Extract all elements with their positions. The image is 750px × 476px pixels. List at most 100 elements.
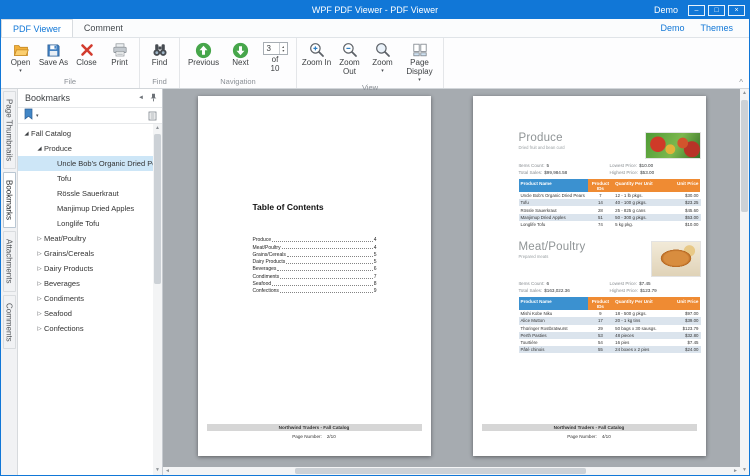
product-name-cell: Perth Pasties [519,332,588,339]
bookmark-tree-item[interactable]: Rössle Sauerkraut [18,186,153,201]
scroll-thumb[interactable] [154,134,161,284]
pin-panel-icon[interactable] [149,93,158,104]
collapse-ribbon-icon[interactable]: ^ [739,78,743,87]
product-name-cell: Tourtière [519,339,588,346]
spinner-arrows-icon[interactable]: ▴▾ [279,43,287,54]
bookmark-tree-item[interactable]: Produce [18,141,153,156]
scroll-down-icon[interactable]: ▼ [740,466,749,475]
side-tab[interactable]: Attachments [3,231,16,291]
lowest-price-label: Lowest Price: [610,163,638,168]
bookmark-tree-item[interactable]: Condiments [18,291,153,306]
tree-expand-icon[interactable] [35,251,44,257]
tree-expand-icon[interactable] [22,131,31,137]
zoom-button[interactable]: Zoom ▾ [366,40,399,74]
binoculars-icon [152,41,168,59]
bookmark-tree-item[interactable]: Seafood [18,306,153,321]
toc-entry[interactable]: Beverages 6 [253,265,377,272]
scroll-thumb[interactable] [295,468,586,474]
bookmark-tree-item[interactable]: Meat/Poultry [18,231,153,246]
next-page-button[interactable]: Next [224,40,257,68]
bookmark-tree-item[interactable]: Manjimup Dried Apples [18,201,153,216]
side-tab[interactable]: Page Thumbnails [3,91,16,169]
scroll-down-icon[interactable]: ▼ [153,466,162,475]
table-row: Uncle Bob's Organic Dried Pears 7 12 - 1… [519,192,701,199]
toc-entry-label: Grains/Cereals [253,252,286,258]
zoom-in-button[interactable]: Zoom In [300,40,333,68]
bookmark-label: Condiments [44,294,84,303]
main-vertical-scrollbar[interactable]: ▲ ▼ [740,89,749,475]
highest-price-value: $123.79 [640,288,657,293]
themes-link[interactable]: Themes [700,23,733,33]
scroll-up-icon[interactable]: ▲ [153,124,162,133]
unit-price-cell: $97.00 [670,310,701,317]
items-count-value: 5 [547,163,550,168]
toc-entry[interactable]: Seafood 8 [253,280,377,287]
toc-entry[interactable]: Condiments 7 [253,272,377,279]
close-window-button[interactable]: × [728,5,745,16]
bookmark-tree-item[interactable]: Fall Catalog [18,126,153,141]
table-row: Perth Pasties 53 48 pieces $32.80 [519,332,701,339]
tree-expand-icon[interactable] [35,326,44,332]
meat-section: Meat/Poultry Prepared meats Items Count:… [519,241,701,353]
pages-container: Table of Contents Produce 4 Meat/Poultry [163,89,740,467]
footer-title: Northwind Traders - Fall Catalog [482,424,697,431]
page-number-input[interactable]: 3 [264,43,279,54]
bookmark-tree-item[interactable]: Dairy Products [18,261,153,276]
zoom-out-button[interactable]: Zoom Out [333,40,366,77]
document-area: Table of Contents Produce 4 Meat/Poultry [163,89,740,475]
side-tab[interactable]: Bookmarks [3,172,16,228]
demo-link[interactable]: Demo [660,23,684,33]
save-as-button[interactable]: Save As [37,40,70,68]
bookmark-tree-item[interactable]: Uncle Bob's Organic Dried Pears [18,156,153,171]
quantity-cell: 50 bags x 30 sausgs. [613,325,669,332]
tree-expand-icon[interactable] [35,296,44,302]
tree-expand-icon[interactable] [35,281,44,287]
dropdown-caret-icon[interactable]: ▾ [36,114,39,119]
toc-entry[interactable]: Meat/Poultry 4 [253,243,377,250]
product-id-cell: 55 [588,346,613,353]
tree-expand-icon[interactable] [35,146,44,152]
bookmark-tree-item[interactable]: Confections [18,321,153,336]
page-display-button[interactable]: Page Display ▾ [399,40,440,83]
scroll-left-icon[interactable]: ◄ [163,467,172,476]
tree-expand-icon[interactable] [35,266,44,272]
maximize-button[interactable]: □ [708,5,725,16]
find-button[interactable]: Find [143,40,176,68]
dropdown-caret-icon: ▾ [19,69,22,74]
side-tab[interactable]: Comments [3,295,16,350]
toc-entry[interactable]: Produce 4 [253,236,377,243]
previous-page-button[interactable]: Previous [183,40,224,68]
bookmark-tree-item[interactable]: Grains/Cereals [18,246,153,261]
tab-comment[interactable]: Comment [73,19,134,37]
tab-pdf-viewer[interactable]: PDF Viewer [1,19,73,37]
toc-entry[interactable]: Grains/Cereals 5 [253,251,377,258]
bookmarks-panel-title: Bookmarks [25,93,70,103]
toc-entry[interactable]: Dairy Products 5 [253,258,377,265]
collapse-panel-icon[interactable]: ◄ [138,95,144,101]
pdf-page-4[interactable]: Produce Dried fruit and bean curd Items … [473,96,706,456]
bookmark-tree-item[interactable]: Tofu [18,171,153,186]
tree-expand-icon[interactable] [35,236,44,242]
page-number-spinner[interactable]: 3 ▴▾ [263,42,288,55]
tree-expand-icon[interactable] [35,311,44,317]
open-button[interactable]: Open ▾ [4,40,37,74]
panel-scrollbar[interactable]: ▲ ▼ [153,124,162,475]
bookmark-menu-icon[interactable] [23,107,34,125]
bookmark-tree-item[interactable]: Longlife Tofu [18,216,153,231]
print-button[interactable]: Print [103,40,136,68]
close-document-button[interactable]: Close [70,40,103,68]
scroll-up-icon[interactable]: ▲ [740,89,749,98]
ribbon: Open ▾ Save As Close Print File [1,38,749,89]
toc-entry-page: 7 [374,274,377,280]
toc-leader [272,241,373,242]
minimize-button[interactable]: – [688,5,705,16]
bookmark-options-icon[interactable] [148,111,157,121]
pdf-page-2[interactable]: Table of Contents Produce 4 Meat/Poultry [198,96,431,456]
scroll-thumb[interactable] [741,100,748,212]
toc-entry[interactable]: Confections 9 [253,287,377,294]
highest-price-value: $53.00 [640,170,654,175]
scroll-right-icon[interactable]: ► [731,467,740,476]
toc-leader [272,285,373,286]
bookmark-tree-item[interactable]: Beverages [18,276,153,291]
horizontal-scrollbar[interactable]: ◄ ► [163,467,740,475]
